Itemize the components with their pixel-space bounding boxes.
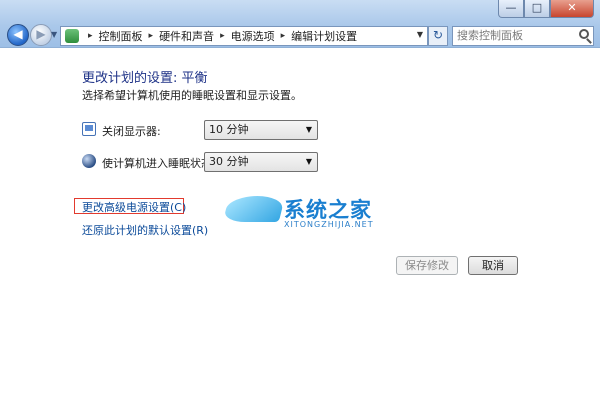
watermark-logo: 系统之家 XITONGZHIJIA.NET — [222, 190, 386, 236]
sleep-select[interactable]: 30 分钟 ▼ — [204, 152, 318, 172]
search-icon[interactable] — [579, 29, 589, 39]
caption-controls: — □ ✕ — [498, 0, 594, 18]
breadcrumb-separator[interactable]: ▸ — [88, 31, 93, 41]
chevron-down-icon: ▼ — [305, 125, 312, 134]
sleep-icon — [82, 154, 96, 168]
breadcrumb-separator[interactable]: ▸ — [220, 31, 225, 41]
watermark-mark — [222, 196, 286, 222]
sleep-value: 30 分钟 — [209, 155, 249, 168]
breadcrumb-hardware-sound[interactable]: 硬件和声音 — [159, 28, 214, 44]
restore-defaults-link[interactable]: 还原此计划的默认设置(R) — [82, 222, 208, 238]
minimize-button[interactable]: — — [498, 0, 524, 18]
cancel-button[interactable]: 取消 — [468, 256, 518, 275]
search-placeholder: 搜索控制面板 — [457, 29, 523, 42]
content-panel: 更改计划的设置: 平衡 选择希望计算机使用的睡眠设置和显示设置。 关闭显示器: … — [0, 49, 600, 420]
breadcrumb-separator[interactable]: ▸ — [281, 31, 286, 41]
close-button[interactable]: ✕ — [550, 0, 594, 18]
control-panel-icon — [65, 29, 79, 43]
breadcrumb-edit-plan[interactable]: 编辑计划设置 — [291, 28, 357, 44]
turn-off-display-select[interactable]: 10 分钟 ▼ — [204, 120, 318, 140]
window-chrome: — □ ✕ ◀ ▶ ▼ ▸ 控制面板 ▸ 硬件和声音 ▸ 电源选项 ▸ 编辑计划… — [0, 0, 600, 48]
recent-pages-dropdown[interactable]: ▼ — [51, 30, 57, 39]
chevron-down-icon: ▼ — [305, 157, 312, 166]
advanced-power-settings-link[interactable]: 更改高级电源设置(C) — [82, 199, 186, 215]
save-changes-button[interactable]: 保存修改 — [396, 256, 458, 275]
back-button[interactable]: ◀ — [7, 24, 29, 46]
refresh-button[interactable]: ↻ — [428, 26, 448, 46]
address-dropdown-icon[interactable]: ▼ — [417, 30, 423, 39]
watermark-url: XITONGZHIJIA.NET — [284, 220, 374, 229]
breadcrumb-separator[interactable]: ▸ — [149, 31, 154, 41]
turn-off-display-value: 10 分钟 — [209, 123, 249, 136]
display-icon — [82, 122, 96, 136]
forward-button[interactable]: ▶ — [30, 24, 52, 46]
page-subtitle: 选择希望计算机使用的睡眠设置和显示设置。 — [82, 89, 302, 102]
search-input[interactable]: 搜索控制面板 — [452, 26, 594, 46]
address-bar[interactable]: ▸ 控制面板 ▸ 硬件和声音 ▸ 电源选项 ▸ 编辑计划设置 ▼ — [60, 26, 428, 46]
page-title: 更改计划的设置: 平衡 — [82, 71, 208, 86]
breadcrumb-control-panel[interactable]: 控制面板 — [99, 28, 143, 44]
turn-off-display-label: 关闭显示器: — [102, 125, 161, 138]
sleep-label: 使计算机进入睡眠状态: — [102, 157, 216, 170]
maximize-button[interactable]: □ — [524, 0, 550, 18]
breadcrumb-power-options[interactable]: 电源选项 — [231, 28, 275, 44]
